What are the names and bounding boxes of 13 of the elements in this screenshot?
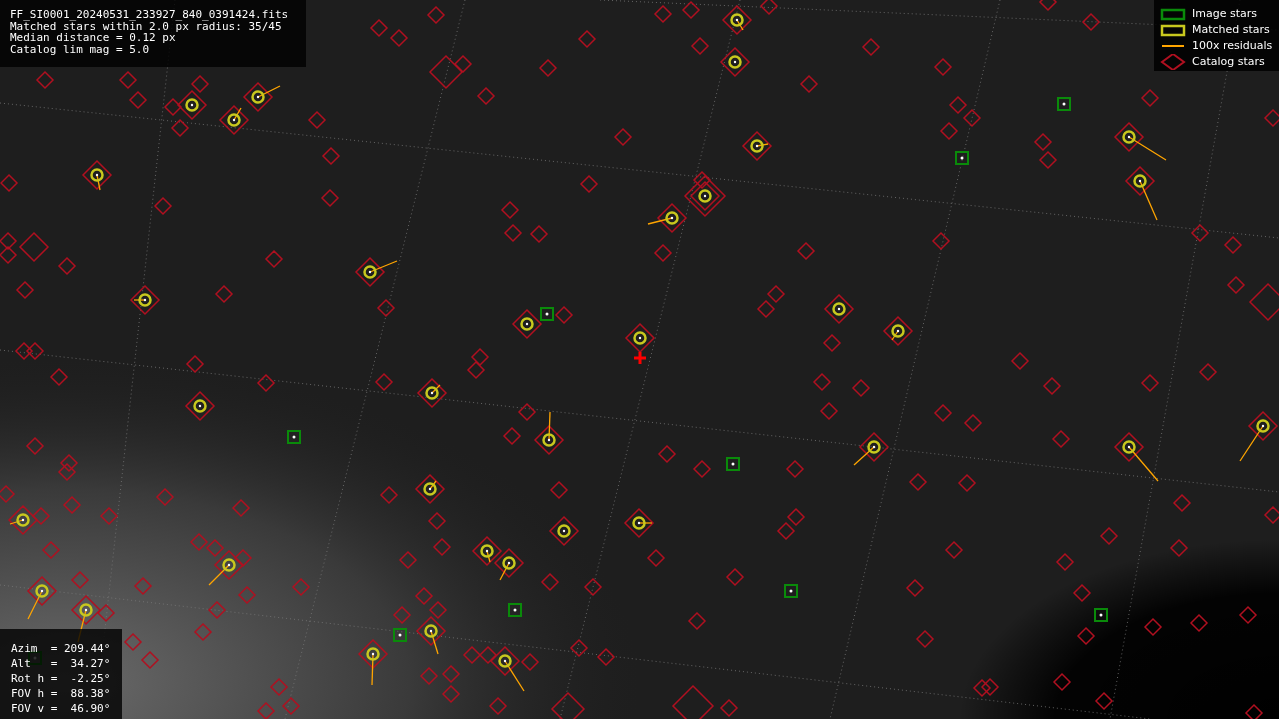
legend-label: Matched stars: [1192, 21, 1270, 38]
info-text: Median distance = 0.12 px: [10, 32, 176, 44]
info-text: Catalog lim mag = 5.0: [10, 43, 151, 55]
pointing-text: FOV h = 88.38°: [11, 686, 112, 701]
pointing-text: FOV v = 46.90°: [11, 701, 112, 716]
info-text: FF_SI0001_20240531_233927_840_0391424.fits: [10, 9, 290, 21]
pointing-text: Alt = 34.27°: [11, 656, 112, 671]
legend-label: 100x residuals: [1192, 37, 1273, 54]
legend-label: Catalog stars: [1192, 53, 1265, 70]
pointing-text: Azim = 209.44°: [11, 641, 112, 656]
pointing-text: Rot h = -2.25°: [11, 671, 112, 686]
info-text: Matched stars within 2.0 px radius: 35/45: [10, 20, 282, 32]
legend-label: Image stars: [1192, 5, 1257, 22]
